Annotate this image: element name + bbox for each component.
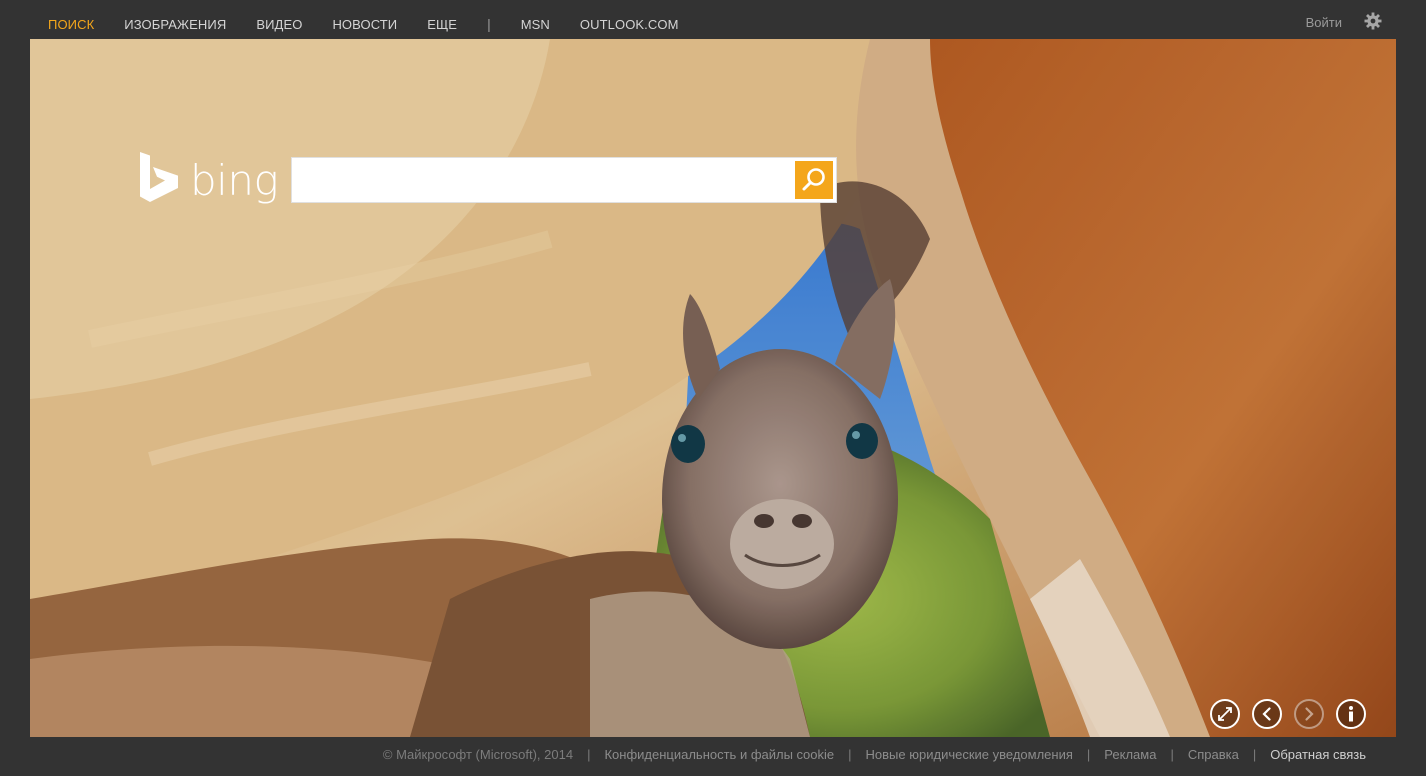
footer-link-legal[interactable]: Новые юридические уведомления [866, 747, 1073, 762]
nav-item-images[interactable]: ИЗОБРАЖЕНИЯ [124, 17, 226, 32]
llama-photo [30, 39, 1396, 737]
footer-link-feedback[interactable]: Обратная связь [1270, 747, 1366, 762]
search-button[interactable] [795, 161, 833, 199]
magnifier-icon [802, 168, 825, 191]
top-navigation-bar: ПОИСК ИЗОБРАЖЕНИЯ ВИДЕО НОВОСТИ ЕЩЕ | MS… [0, 0, 1426, 39]
nav-separator: | [487, 16, 491, 32]
bing-wordmark: bing [190, 156, 279, 205]
nav-item-msn[interactable]: MSN [521, 17, 550, 32]
info-icon [1349, 706, 1353, 722]
next-image-button[interactable] [1294, 699, 1324, 729]
main-nav: ПОИСК ИЗОБРАЖЕНИЯ ВИДЕО НОВОСТИ ЕЩЕ | MS… [48, 16, 709, 32]
footer-separator: | [587, 747, 591, 762]
footer: © Майкрософт (Microsoft), 2014 | Конфиде… [0, 737, 1426, 776]
previous-image-button[interactable] [1252, 699, 1282, 729]
nav-item-video[interactable]: ВИДЕО [256, 17, 302, 32]
footer-separator: | [1170, 747, 1174, 762]
nav-item-more[interactable]: ЕЩЕ [427, 17, 457, 32]
image-controls [1198, 699, 1366, 729]
footer-link-advertising[interactable]: Реклама [1104, 747, 1156, 762]
copyright-text: © Майкрософт (Microsoft), 2014 [382, 747, 574, 762]
search-box [291, 157, 837, 203]
nav-item-search[interactable]: ПОИСК [48, 17, 94, 32]
info-button[interactable] [1336, 699, 1366, 729]
nav-item-news[interactable]: НОВОСТИ [332, 17, 397, 32]
search-input[interactable] [292, 158, 792, 202]
bing-logo-icon [140, 152, 178, 202]
footer-links: © Майкрософт (Microsoft), 2014 | Конфиде… [383, 747, 1366, 762]
nav-item-outlook[interactable]: OUTLOOK.COM [580, 17, 679, 32]
bing-logo[interactable]: bing [138, 152, 279, 205]
footer-separator: | [1252, 747, 1257, 762]
fullscreen-icon [1218, 707, 1232, 721]
chevron-left-icon [1262, 707, 1271, 721]
background-photo: bing [30, 39, 1396, 737]
footer-separator: | [1086, 747, 1091, 762]
signin-link[interactable]: Войти [1306, 15, 1342, 30]
gear-icon[interactable] [1364, 12, 1382, 30]
footer-separator: | [848, 747, 852, 762]
chevron-right-icon [1305, 707, 1314, 721]
footer-link-help[interactable]: Справка [1188, 747, 1239, 762]
fullscreen-button[interactable] [1210, 699, 1240, 729]
footer-link-privacy[interactable]: Конфиденциальность и файлы cookie [604, 747, 834, 762]
